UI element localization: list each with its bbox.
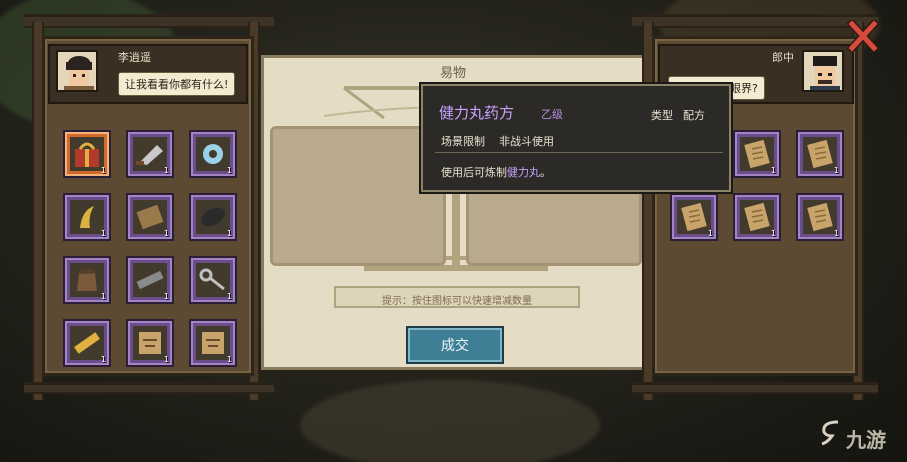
item-count: 1: [226, 166, 232, 175]
player-item-slot[interactable]: 1: [63, 319, 111, 367]
bottom-beam: [24, 382, 274, 394]
player-portrait: [56, 50, 98, 92]
tooltip-description: 使用后可炼制健力丸。: [441, 164, 551, 180]
player-speech-bubble: 让我看看你都有什么!: [118, 72, 236, 96]
cloth-map-icon: [133, 326, 167, 360]
scroll-icon: [70, 326, 104, 360]
item-count: 1: [226, 355, 232, 364]
hint-text: 提示：按住图标可以快速增减数量: [382, 296, 532, 307]
player-item-slot[interactable]: 1: [126, 193, 174, 241]
player-inventory-panel: 李逍遥 让我看看你都有什么! 1 1 1 1 1 1 1 1 1 1 1 1: [24, 14, 274, 402]
item-count: 1: [100, 292, 106, 301]
bottom-beam: [632, 382, 878, 394]
background-ground: [300, 380, 600, 462]
player-item-slot[interactable]: 1: [126, 130, 174, 178]
recipe-icon: [803, 137, 837, 171]
tooltip-grade: 乙级: [541, 108, 563, 121]
recipe-icon: [677, 200, 711, 234]
player-item-slot[interactable]: 1: [189, 319, 237, 367]
item-count: 1: [226, 292, 232, 301]
recipe-icon: [803, 200, 837, 234]
item-count: 1: [833, 166, 839, 175]
jade-ornament-icon: [196, 137, 230, 171]
player-item-slot[interactable]: 1: [189, 256, 237, 304]
player-item-slot[interactable]: 1: [63, 256, 111, 304]
roof-beam: [24, 14, 274, 28]
player-item-slot[interactable]: 1: [63, 193, 111, 241]
tooltip-desc-suffix: 。: [540, 166, 551, 179]
cloth-map-icon: [196, 326, 230, 360]
item-count: 1: [833, 229, 839, 238]
player-offer-plate[interactable]: [270, 126, 446, 266]
merchant-portrait: [802, 50, 844, 92]
item-count: 1: [770, 166, 776, 175]
merchant-item-slot[interactable]: 1: [796, 130, 844, 178]
close-icon: [846, 18, 880, 54]
tooltip-restriction-label: 场景限制: [441, 135, 485, 148]
roof-beam: [632, 14, 878, 28]
player-item-slot[interactable]: 1: [189, 130, 237, 178]
player-name: 李逍遥: [118, 51, 151, 64]
watermark-text: 九游: [846, 428, 886, 452]
merchant-name: 郎中: [772, 51, 794, 64]
item-count: 1: [163, 292, 169, 301]
tooltip-item-name: 健力丸药方: [439, 104, 515, 122]
key-icon: [196, 263, 230, 297]
item-tooltip: 健力丸药方 乙级 类型 配方 场景限制 非战斗使用 使用后可炼制健力丸。: [421, 84, 731, 192]
item-count: 1: [770, 229, 776, 238]
item-count: 1: [163, 229, 169, 238]
recipe-icon: [740, 137, 774, 171]
player-item-grid: 1 1 1 1 1 1 1 1 1 1 1 1: [63, 130, 237, 367]
item-count: 1: [226, 229, 232, 238]
black-stone-icon: [196, 200, 230, 234]
merchant-item-slot[interactable]: 1: [733, 130, 781, 178]
tooltip-divider: [435, 152, 723, 153]
iron-bar-icon: [133, 263, 167, 297]
recipe-icon: [740, 200, 774, 234]
item-count: 1: [707, 229, 713, 238]
player-item-slot[interactable]: 1: [63, 130, 111, 178]
item-count: 1: [163, 166, 169, 175]
item-count: 1: [100, 166, 106, 175]
herb-icon: [70, 200, 104, 234]
tooltip-desc-prefix: 使用后可炼制: [441, 166, 507, 179]
player-item-slot[interactable]: 1: [126, 319, 174, 367]
tooltip-type-value: 配方: [683, 109, 705, 122]
tooltip-restriction-value: 非战斗使用: [499, 135, 554, 148]
cleaver-icon: [133, 137, 167, 171]
confirm-trade-button[interactable]: 成交: [406, 326, 504, 364]
merchant-item-slot[interactable]: 1: [670, 193, 718, 241]
merchant-item-slot[interactable]: 1: [796, 193, 844, 241]
jar-icon: [70, 263, 104, 297]
player-item-slot[interactable]: 1: [189, 193, 237, 241]
gift-box-icon: [70, 137, 104, 171]
tooltip-desc-item: 健力丸: [507, 166, 540, 179]
item-count: 1: [100, 355, 106, 364]
watermark-logo-icon: [821, 420, 839, 446]
close-button[interactable]: [846, 18, 880, 54]
merchant-inventory-panel: 郎中 是不是大开眼界? 11111: [632, 14, 878, 402]
item-count: 1: [100, 229, 106, 238]
tooltip-type-label: 类型: [651, 109, 673, 122]
hint-frame: 提示：按住图标可以快速增减数量: [334, 286, 580, 308]
plaque-icon: [133, 200, 167, 234]
item-count: 1: [163, 355, 169, 364]
player-item-slot[interactable]: 1: [126, 256, 174, 304]
merchant-item-slot[interactable]: 1: [733, 193, 781, 241]
